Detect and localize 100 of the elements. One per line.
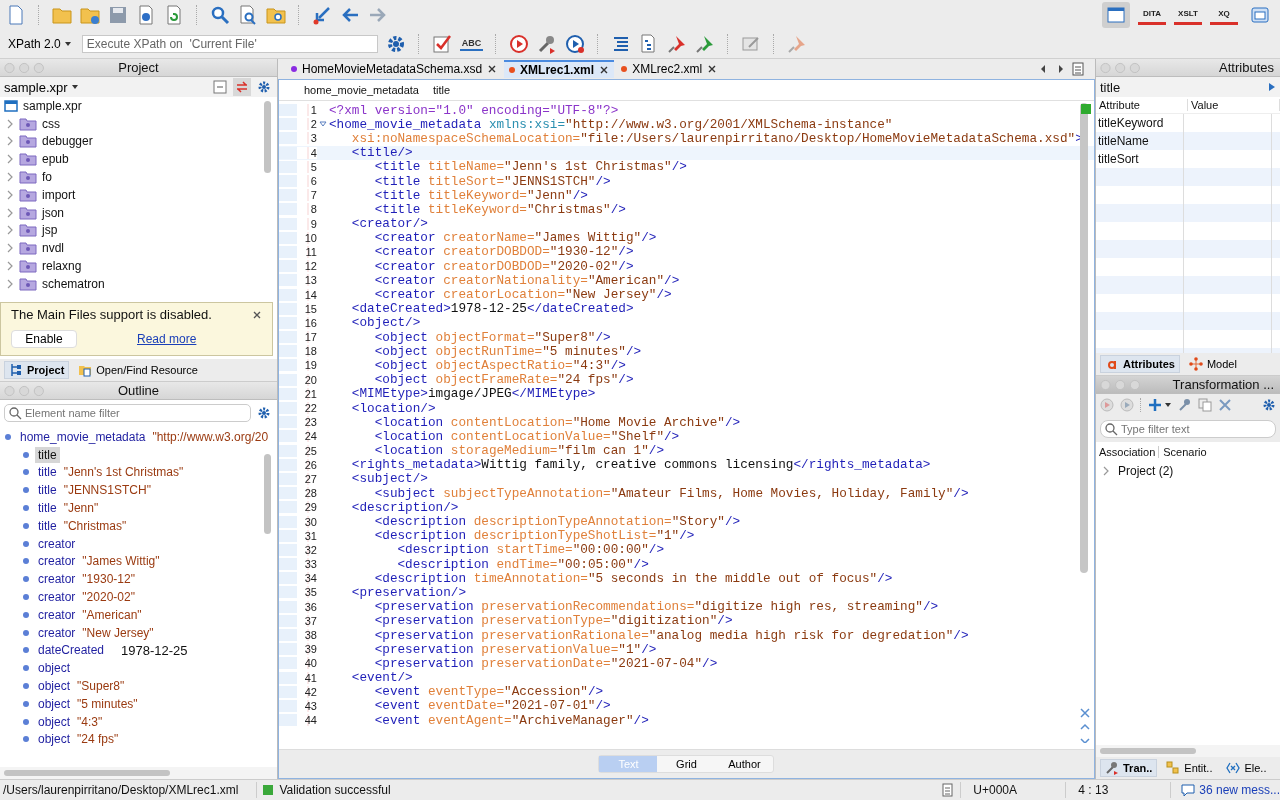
pin-arrow-icon[interactable] — [312, 5, 332, 25]
perspective-button[interactable]: DITA — [1138, 5, 1166, 25]
outline-item[interactable]: title "Christmas" — [0, 517, 277, 535]
folder-search-icon[interactable] — [266, 5, 286, 25]
search-field[interactable]: Type filter text — [1100, 420, 1276, 438]
play-icon[interactable] — [1120, 398, 1134, 412]
pin-icon[interactable] — [787, 34, 808, 54]
chevron-icon[interactable] — [1102, 465, 1110, 476]
chevron-icon[interactable] — [6, 136, 14, 147]
outline-item[interactable]: creator "American" — [0, 605, 277, 624]
chevron-icon[interactable] — [6, 261, 14, 272]
column-header[interactable]: Attribute — [1096, 99, 1188, 111]
edit-form-icon[interactable] — [741, 34, 762, 54]
column-header[interactable]: Value — [1188, 99, 1280, 111]
close-icon[interactable] — [707, 64, 718, 74]
close-icon[interactable] — [599, 65, 610, 75]
link-arrows-icon[interactable] — [233, 78, 251, 96]
panel-tab[interactable]: Tran.. — [1100, 759, 1158, 777]
fold-icon[interactable] — [319, 120, 327, 129]
breadcrumb-item[interactable]: title — [432, 84, 451, 96]
settings-icon[interactable] — [1262, 398, 1276, 412]
document-icon[interactable] — [940, 783, 955, 797]
mode-tab[interactable]: Grid — [657, 756, 716, 772]
project-tree-item[interactable]: fo — [0, 168, 277, 186]
outline-item[interactable]: creator — [0, 534, 277, 553]
panel-tab[interactable]: Open/Find Resource — [73, 361, 203, 379]
panel-tab[interactable]: Project — [4, 361, 70, 379]
outline-item[interactable]: title — [0, 445, 277, 464]
run-debug-icon[interactable] — [565, 34, 586, 54]
scrollbar[interactable] — [4, 770, 170, 776]
perspective-button[interactable]: XQ — [1210, 5, 1238, 25]
outline-item[interactable]: object "5 minutes" — [0, 694, 277, 713]
pin-icon[interactable] — [695, 34, 716, 54]
chevron-icon[interactable] — [6, 118, 14, 129]
outline-item[interactable]: object "Super8" — [0, 677, 277, 695]
panel-tab[interactable]: Attributes — [1100, 355, 1180, 373]
caret-icon[interactable] — [1164, 402, 1172, 408]
chevron-icon[interactable] — [6, 154, 14, 165]
panel-tab[interactable]: Model — [1183, 355, 1242, 373]
add-icon[interactable] — [1148, 398, 1162, 412]
scroll-arrows-icon[interactable] — [1079, 707, 1091, 743]
validate-check-icon[interactable] — [431, 34, 452, 54]
enable-button[interactable]: Enable — [11, 330, 77, 348]
scrollbar[interactable] — [1100, 748, 1196, 754]
collapse-icon[interactable] — [213, 80, 227, 94]
project-tree-item[interactable]: jsp — [0, 221, 277, 240]
outline-item[interactable]: dateCreated 1978-12-25 — [0, 641, 277, 660]
scenario-tree-item[interactable]: Project (2) — [1096, 462, 1280, 480]
list-icon[interactable] — [1071, 62, 1085, 76]
column-header[interactable]: Association — [1099, 446, 1160, 458]
chevron-icon[interactable] — [6, 172, 14, 183]
folder-globe-icon[interactable] — [80, 5, 100, 25]
project-tree-item[interactable]: nvdl — [0, 239, 277, 258]
read-more-link[interactable]: Read more — [137, 332, 197, 346]
folder-icon[interactable] — [52, 5, 72, 25]
copy-icon[interactable] — [1198, 398, 1212, 412]
wrench-icon[interactable] — [1178, 398, 1192, 412]
settings-icon[interactable] — [257, 406, 271, 420]
project-tree-item[interactable]: import — [0, 186, 277, 204]
globe-page-icon[interactable] — [136, 5, 156, 25]
triangle-right-icon[interactable] — [1268, 82, 1276, 92]
panel-tab[interactable]: Entit.. — [1161, 759, 1218, 777]
find-in-files-icon[interactable] — [238, 5, 258, 25]
outline-item[interactable]: creator "James Wittig" — [0, 552, 277, 571]
project-tree-item[interactable]: schematron — [0, 274, 277, 293]
panel-tab[interactable]: Ele.. — [1221, 759, 1272, 777]
project-tree-item[interactable]: sample.xpr — [0, 97, 277, 115]
outline-item[interactable]: object "4:3" — [0, 712, 277, 731]
outline-item[interactable]: creator "1930-12" — [0, 570, 277, 589]
save-icon[interactable] — [108, 5, 128, 25]
messages-link[interactable]: 36 new mess... — [1177, 783, 1280, 797]
settings-icon[interactable] — [257, 80, 271, 94]
search-icon[interactable] — [210, 5, 230, 25]
breadcrumb-item[interactable]: home_movie_metadata — [304, 84, 419, 96]
project-tree-item[interactable]: epub — [0, 150, 277, 169]
scrollbar[interactable] — [264, 454, 271, 534]
chevron-icon[interactable] — [6, 189, 14, 200]
pin-icon[interactable] — [667, 34, 688, 54]
scrollbar[interactable] — [264, 101, 271, 173]
outline-item[interactable]: creator "New Jersey" — [0, 623, 277, 642]
outline-item[interactable]: title "Jenn's 1st Christmas" — [0, 463, 277, 482]
chevron-icon[interactable] — [6, 243, 14, 254]
project-tree-item[interactable]: json — [0, 203, 277, 222]
new-file-icon[interactable] — [6, 5, 26, 25]
column-header[interactable]: Scenario — [1163, 446, 1210, 458]
chevron-icon[interactable] — [6, 207, 14, 218]
close-icon[interactable] — [487, 64, 498, 74]
project-tree-item[interactable]: css — [0, 114, 277, 133]
outline-item[interactable]: title "JENNS1STCH" — [0, 481, 277, 500]
xpath-field[interactable]: Execute XPath on 'Current File' — [81, 35, 378, 53]
close-icon[interactable] — [252, 309, 262, 320]
search-field[interactable]: Element name filter — [4, 404, 251, 422]
delete-icon[interactable] — [1218, 398, 1232, 412]
editor-perspective-button[interactable] — [1102, 2, 1130, 28]
run-icon[interactable] — [509, 34, 530, 54]
chevron-icon[interactable] — [6, 278, 14, 289]
editor-tab[interactable]: XMLrec1.xml — [504, 60, 615, 78]
play-icon[interactable] — [1100, 398, 1114, 412]
outline-item[interactable]: creator "2020-02" — [0, 588, 277, 606]
chevron-icon[interactable] — [6, 225, 14, 236]
